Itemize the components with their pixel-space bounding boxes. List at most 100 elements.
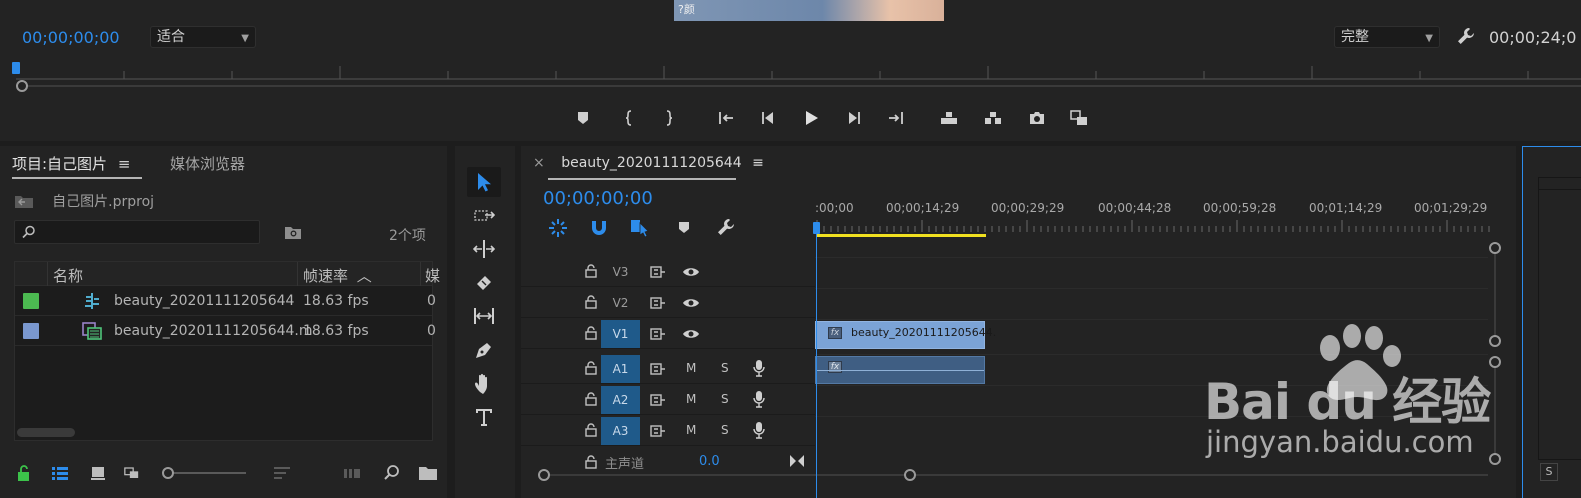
track-lane[interactable] <box>815 257 1488 287</box>
list-item[interactable]: beauty_20201111205644 18.63 fps 0 <box>15 286 436 316</box>
program-zoom-handle[interactable] <box>16 80 28 92</box>
list-view-icon[interactable] <box>50 464 70 482</box>
lock-icon[interactable] <box>585 423 597 437</box>
microphone-icon[interactable] <box>753 359 765 377</box>
comparison-view-button[interactable] <box>1066 105 1092 131</box>
extract-button[interactable] <box>980 105 1006 131</box>
audio-scroll-handle-bottom[interactable] <box>1489 453 1501 465</box>
find-icon[interactable] <box>382 464 402 482</box>
sync-lock-icon[interactable] <box>650 362 666 376</box>
timeline-playhead-timecode[interactable]: 00;00;00;00 <box>543 188 653 209</box>
freeform-view-icon[interactable] <box>124 464 144 482</box>
master-volume-value[interactable]: 0.0 <box>699 454 720 469</box>
timeline-zoom-handle-left[interactable] <box>538 469 550 481</box>
playback-resolution-dropdown[interactable]: 完整 ▼ <box>1334 26 1440 48</box>
column-divider[interactable] <box>297 262 298 286</box>
snap-icon[interactable] <box>588 217 610 239</box>
program-time-ruler[interactable] <box>16 62 1581 80</box>
track-target-toggle[interactable]: V2 <box>601 289 640 317</box>
tab-sequence[interactable]: × beauty_20201111205644 ≡ <box>533 155 764 171</box>
sync-lock-icon[interactable] <box>650 424 666 438</box>
step-back-button[interactable] <box>754 105 780 131</box>
track-target-toggle[interactable]: A3 <box>601 417 640 445</box>
add-marker-button[interactable] <box>570 105 596 131</box>
track-lane[interactable] <box>815 416 1488 446</box>
new-bin-from-search-icon[interactable] <box>284 224 302 240</box>
pen-tool[interactable] <box>467 335 501 365</box>
video-scroll-handle-bottom[interactable] <box>1489 335 1501 347</box>
zoom-slider[interactable] <box>160 464 250 482</box>
column-header-media-start[interactable]: 媒 <box>425 265 440 286</box>
track-target-toggle[interactable]: A2 <box>601 386 640 414</box>
panel-menu-icon[interactable]: ≡ <box>752 155 764 171</box>
track-select-tool[interactable] <box>467 201 501 231</box>
razor-tool[interactable] <box>467 268 501 298</box>
work-area-bar[interactable] <box>817 234 986 237</box>
go-to-in-button[interactable] <box>712 105 738 131</box>
video-tracks-vertical-scrollbar[interactable] <box>1494 248 1496 338</box>
fx-badge-icon[interactable]: fx <box>828 361 842 373</box>
label-color-swatch[interactable] <box>23 323 39 339</box>
timeline-playhead[interactable] <box>813 222 820 234</box>
lock-icon[interactable] <box>585 326 597 340</box>
slip-tool[interactable] <box>467 301 501 331</box>
track-target-toggle[interactable]: V3 <box>601 258 640 286</box>
video-clip[interactable]: fx beauty_20201111205644. <box>815 321 996 349</box>
microphone-icon[interactable] <box>753 390 765 408</box>
program-zoom-scrollbar[interactable] <box>22 85 1581 87</box>
track-target-toggle[interactable]: A1 <box>601 355 640 383</box>
list-item[interactable]: beauty_20201111205644.m 18.63 fps 0 <box>15 316 436 346</box>
project-search-input[interactable] <box>14 220 260 244</box>
sync-lock-icon[interactable] <box>650 327 666 341</box>
eye-icon[interactable] <box>682 327 700 341</box>
timeline-zoom-handle-right[interactable] <box>904 469 916 481</box>
timeline-zoom-scrollbar[interactable] <box>543 474 1488 476</box>
solo-button[interactable]: S <box>721 423 729 437</box>
go-to-end-icon[interactable] <box>789 453 805 469</box>
lock-icon[interactable] <box>585 392 597 406</box>
tab-media-browser[interactable]: 媒体浏览器 <box>170 153 245 174</box>
lock-icon[interactable] <box>585 264 597 278</box>
step-forward-button[interactable] <box>842 105 868 131</box>
track-lane[interactable]: fx beauty_20201111205644. <box>815 319 1488 349</box>
mute-button[interactable]: M <box>686 423 696 437</box>
column-divider[interactable] <box>47 262 48 286</box>
nest-sequence-icon[interactable] <box>547 217 569 239</box>
sync-lock-icon[interactable] <box>650 296 666 310</box>
track-lane[interactable]: fx <box>815 354 1488 384</box>
sync-lock-icon[interactable] <box>650 265 666 279</box>
new-bin-icon[interactable] <box>418 464 438 482</box>
go-to-out-button[interactable] <box>884 105 910 131</box>
type-tool[interactable] <box>467 402 501 432</box>
close-icon[interactable]: × <box>533 155 545 171</box>
audio-tracks-vertical-scrollbar[interactable] <box>1494 366 1496 458</box>
play-button[interactable] <box>798 105 824 131</box>
solo-button[interactable]: S <box>721 361 729 375</box>
audio-scroll-handle-top[interactable] <box>1489 356 1501 368</box>
wrench-icon[interactable] <box>1456 26 1476 46</box>
fit-zoom-dropdown[interactable]: 适合 ▼ <box>150 26 256 48</box>
audio-clip[interactable]: fx <box>815 356 985 384</box>
export-frame-button[interactable] <box>1024 105 1050 131</box>
tab-project[interactable]: 项目:自己图片 ≡ <box>12 153 130 174</box>
list-horizontal-scrollbar[interactable] <box>17 428 75 437</box>
add-marker-icon[interactable] <box>673 217 695 239</box>
mark-in-button[interactable] <box>616 105 642 131</box>
program-playhead[interactable] <box>12 62 20 74</box>
lock-open-icon[interactable] <box>14 464 34 482</box>
hand-tool[interactable] <box>467 368 501 398</box>
track-lane[interactable] <box>815 385 1488 415</box>
solo-button[interactable]: S <box>721 392 729 406</box>
eye-icon[interactable] <box>682 296 700 310</box>
selection-tool[interactable] <box>467 167 501 197</box>
program-playhead-timecode[interactable]: 00;00;00;00 <box>22 28 120 47</box>
track-lane[interactable] <box>815 288 1488 318</box>
sort-icons-icon[interactable] <box>272 464 292 482</box>
wrench-icon[interactable] <box>715 217 737 239</box>
parent-folder-icon[interactable] <box>14 193 34 209</box>
ripple-edit-tool[interactable] <box>467 234 501 264</box>
solo-meter-button[interactable]: S <box>1540 463 1558 481</box>
track-target-toggle[interactable]: V1 <box>601 320 640 348</box>
column-divider[interactable] <box>420 262 421 286</box>
linked-selection-icon[interactable] <box>629 217 651 239</box>
